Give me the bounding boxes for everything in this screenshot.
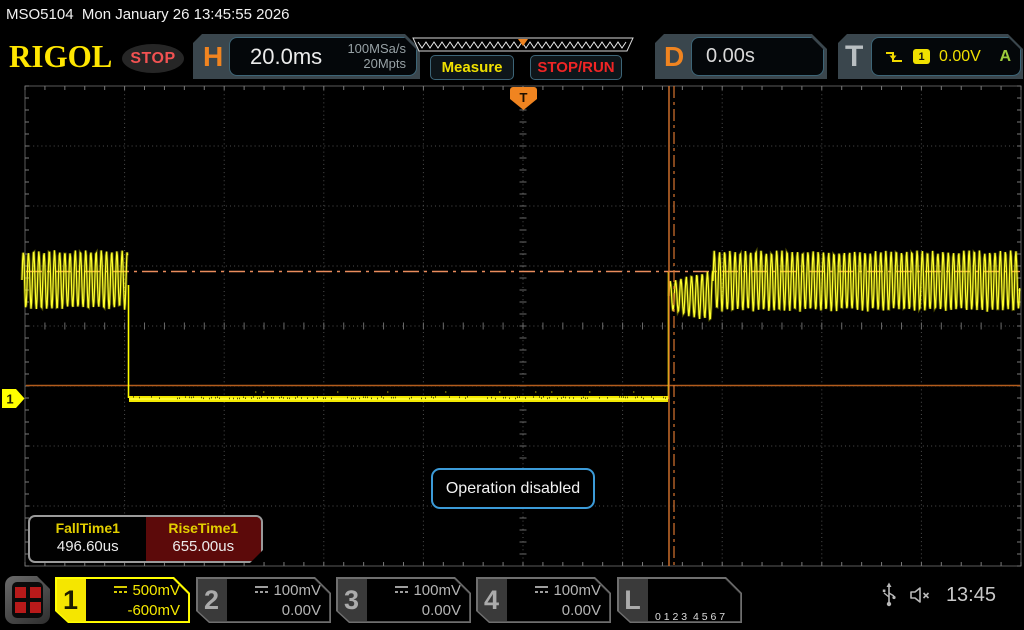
channel2-offset: 0.00V: [227, 601, 321, 621]
channel3-number: 3: [336, 577, 367, 623]
horizontal-settings[interactable]: H 20.0ms 100MSa/s 20Mpts: [193, 34, 420, 79]
measurement-panel[interactable]: FallTime1 496.60us RiseTime1 655.00us: [28, 515, 263, 563]
channel4-scale: 100mV: [553, 582, 601, 599]
measurement-falltime[interactable]: FallTime1 496.60us: [30, 517, 146, 561]
trigger-level-value: 0.00V: [939, 48, 981, 66]
trigger-label: T: [845, 34, 863, 79]
channel-status-bar: 1 500mV -600mV 2 100mV 0.00V 3 100mV 0.0…: [0, 572, 1024, 630]
sound-muted-icon[interactable]: [908, 585, 934, 605]
measurement-risetime[interactable]: RiseTime1 655.00us: [146, 517, 262, 561]
header-bar: RIGOL STOP H 20.0ms 100MSa/s 20Mpts Meas…: [0, 31, 1024, 80]
channel4-tab[interactable]: 4 100mV 0.00V: [476, 577, 611, 623]
usb-icon: [882, 582, 896, 608]
timebase-value: 20.0ms: [250, 38, 322, 75]
svg-text:1: 1: [6, 392, 13, 407]
trigger-panel: 1 0.00V A: [871, 37, 1021, 76]
channel4-number: 4: [476, 577, 507, 623]
toast-text: Operation disabled: [446, 480, 580, 498]
memory-depth: 20Mpts: [347, 56, 406, 71]
menu-grid-icon: [12, 582, 43, 618]
stop-run-button[interactable]: STOP/RUN: [530, 55, 622, 80]
channel1-offset: -600mV: [86, 601, 180, 621]
logic-channels-tab[interactable]: L 0 1 2 3 4 5 6 7 8 9 1011 12131415: [617, 577, 742, 623]
channel1-number: 1: [55, 577, 86, 623]
trigger-source-badge: 1: [913, 49, 930, 64]
channel3-scale: 100mV: [413, 582, 461, 599]
falling-edge-icon: [884, 49, 904, 65]
sample-rate-readout: 100MSa/s 20Mpts: [347, 41, 406, 71]
delay-value: 0.00s: [706, 38, 755, 75]
dc-coupling-icon: [394, 585, 409, 594]
measurement-name: FallTime1: [30, 520, 146, 536]
waveform-overview-strip[interactable]: [412, 37, 634, 52]
horizontal-panel: 20.0ms 100MSa/s 20Mpts: [229, 37, 417, 76]
oscilloscope-screen: MSO5104 Mon January 26 13:45:55 2026 RIG…: [0, 0, 1024, 630]
trigger-settings[interactable]: T 1 0.00V A: [838, 34, 1023, 79]
channel1-tab[interactable]: 1 500mV -600mV: [55, 577, 190, 623]
channel3-tab[interactable]: 3 100mV 0.00V: [336, 577, 471, 623]
delay-label: D: [664, 34, 684, 79]
acquisition-state-badge[interactable]: STOP: [122, 44, 184, 73]
dc-coupling-icon: [534, 585, 549, 594]
channel2-number: 2: [196, 577, 227, 623]
dc-coupling-icon: [113, 585, 128, 594]
channel1-position-marker[interactable]: 1: [2, 389, 25, 408]
delay-panel: 0.00s: [691, 37, 824, 76]
channel3-offset: 0.00V: [367, 601, 461, 621]
display-markers[interactable]: T1: [2, 87, 537, 408]
operation-disabled-toast: Operation disabled: [431, 468, 595, 509]
menu-button[interactable]: [5, 576, 50, 624]
status-icons: 13:45: [882, 582, 996, 608]
svg-text:T: T: [520, 90, 528, 105]
model-and-datetime: MSO5104 Mon January 26 13:45:55 2026: [6, 6, 290, 23]
measurement-value: 655.00us: [146, 538, 262, 555]
channel1-scale: 500mV: [132, 582, 180, 599]
horizontal-label: H: [203, 34, 223, 79]
trigger-position-marker[interactable]: T: [510, 87, 537, 110]
measure-button[interactable]: Measure: [430, 55, 514, 80]
sample-rate: 100MSa/s: [347, 41, 406, 56]
measure-button-label: Measure: [442, 59, 503, 76]
measurement-value: 496.60us: [30, 538, 146, 555]
stop-run-button-label: STOP/RUN: [537, 59, 614, 76]
clock: 13:45: [946, 584, 996, 607]
delay-settings[interactable]: D 0.00s: [655, 34, 827, 79]
measurement-name: RiseTime1: [146, 520, 262, 536]
channel4-offset: 0.00V: [507, 601, 601, 621]
channel2-scale: 100mV: [273, 582, 321, 599]
logic-label: L: [617, 577, 648, 623]
channel2-tab[interactable]: 2 100mV 0.00V: [196, 577, 331, 623]
dc-coupling-icon: [254, 585, 269, 594]
title-bar: MSO5104 Mon January 26 13:45:55 2026: [0, 0, 1024, 30]
trigger-mode-auto: A: [999, 48, 1011, 66]
rigol-logo: RIGOL: [9, 39, 112, 76]
